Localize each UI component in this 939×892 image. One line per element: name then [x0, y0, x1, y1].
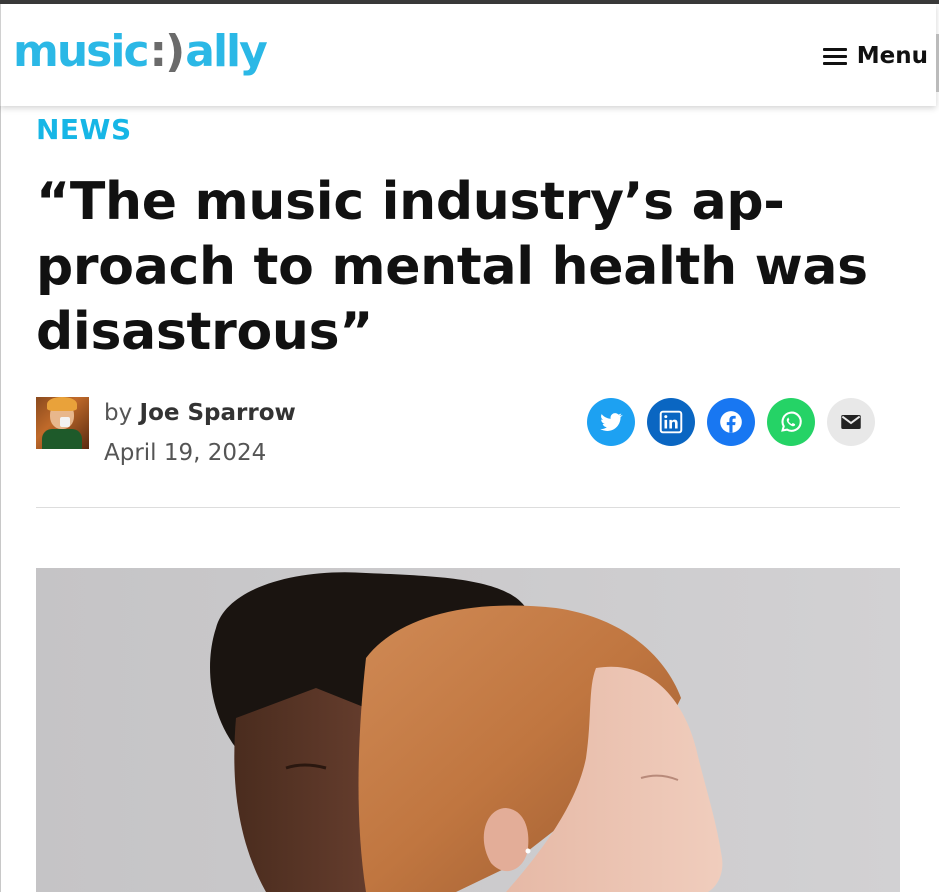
email-icon: [841, 414, 861, 430]
share-email-button[interactable]: [827, 398, 875, 446]
site-header: music:)ally Menu: [0, 4, 936, 106]
share-facebook-button[interactable]: [707, 398, 755, 446]
hero-image[interactable]: [36, 568, 900, 892]
menu-button[interactable]: Menu: [822, 38, 928, 74]
author-link[interactable]: Joe Sparrow: [140, 400, 296, 426]
whatsapp-icon: [781, 411, 802, 432]
window-edge: [0, 4, 1, 892]
facebook-icon: [720, 411, 742, 433]
share-linkedin-button[interactable]: [647, 398, 695, 446]
hamburger-icon: [822, 47, 847, 65]
logo-smile-text: :): [149, 26, 186, 77]
share-whatsapp-button[interactable]: [767, 398, 815, 446]
byline: by Joe Sparrow: [104, 400, 296, 426]
hero-photo-illustration: [36, 568, 900, 892]
publish-date: April 19, 2024: [104, 440, 267, 466]
article-headline: “The music industry’s ap-proach to menta…: [36, 172, 868, 362]
category-link[interactable]: NEWS: [36, 113, 132, 146]
divider: [36, 507, 900, 508]
logo-music-text: music: [13, 26, 150, 77]
share-twitter-button[interactable]: [587, 398, 635, 446]
author-avatar[interactable]: [36, 397, 89, 449]
byline-prefix: by: [104, 400, 133, 426]
linkedin-icon: [659, 410, 683, 434]
twitter-icon: [600, 413, 623, 431]
menu-label: Menu: [856, 43, 928, 69]
site-logo[interactable]: music:)ally: [13, 26, 268, 78]
logo-ally-text: ally: [185, 26, 268, 77]
share-buttons: [587, 398, 875, 446]
